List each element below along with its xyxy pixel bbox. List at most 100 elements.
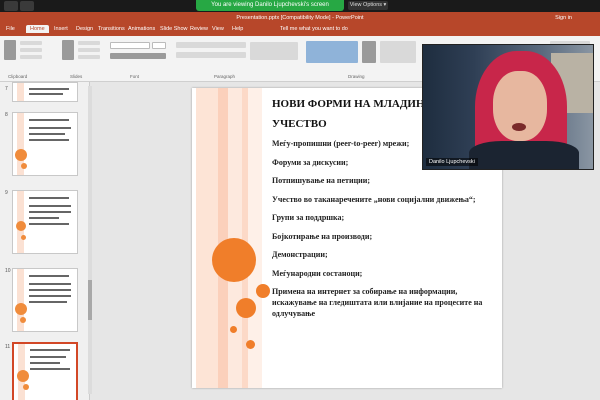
new-slide-icon[interactable]: [62, 40, 74, 60]
group-label-clipboard: Clipboard: [8, 74, 28, 79]
thumb-text-line: [29, 127, 71, 129]
tab-animations[interactable]: Animations: [128, 26, 155, 32]
section-button[interactable]: [78, 55, 100, 59]
slide-thumbnail[interactable]: [12, 82, 78, 102]
slide-circle: [236, 298, 256, 318]
ribbon-tabs: File Home Insert Design Transitions Anim…: [0, 24, 600, 36]
tab-view[interactable]: View: [212, 26, 224, 32]
thumb-text-line: [29, 275, 69, 277]
thumb-text-line: [29, 133, 65, 135]
thumb-circle: [15, 303, 27, 315]
powerpoint-title-bar: Presentation.pptx [Compatibility Mode] -…: [0, 12, 600, 24]
zoom-shield-icon[interactable]: [4, 1, 18, 11]
thumb-text-line: [29, 217, 59, 219]
font-style-buttons[interactable]: [110, 53, 166, 59]
webcam-person-mouth: [512, 123, 526, 131]
thumb-text-line: [29, 205, 71, 207]
thumb-text-line: [29, 88, 69, 90]
slide-circle: [212, 238, 256, 282]
group-label-drawing: Drawing: [348, 74, 365, 79]
slide-stripe: [196, 88, 218, 388]
paste-icon[interactable]: [4, 40, 16, 60]
slide-circle: [246, 340, 255, 349]
copy-button[interactable]: [20, 48, 42, 52]
thumb-text-line: [29, 283, 71, 285]
zoom-screen-share: You are viewing Danilo Ljupchevski's scr…: [0, 0, 600, 400]
thumb-circle: [21, 163, 27, 169]
thumb-text-line: [30, 349, 70, 351]
thumb-text-line: [30, 368, 70, 370]
thumb-number: 7: [5, 86, 8, 92]
thumb-text-line: [29, 119, 69, 121]
tab-insert[interactable]: Insert: [54, 26, 68, 32]
paragraph-list-buttons[interactable]: [176, 42, 246, 48]
tab-design[interactable]: Design: [76, 26, 93, 32]
bullet-item: Бојкотирање на производи;: [272, 231, 373, 241]
bullet-item: Учество во таканаречените „нови социјалн…: [272, 194, 476, 204]
thumb-text-line: [30, 356, 66, 358]
thumb-circle: [21, 235, 26, 240]
font-size-select[interactable]: [152, 42, 166, 49]
layout-button[interactable]: [78, 41, 100, 45]
tell-me-search[interactable]: Tell me what you want to do: [280, 26, 348, 32]
thumb-number: 10: [5, 268, 11, 274]
thumb-text-line: [29, 211, 71, 213]
thumb-circle: [15, 149, 27, 161]
webcam-video-tile[interactable]: Danilo Ljupchevski: [422, 44, 594, 170]
thumb-text-line: [29, 223, 69, 225]
thumb-text-line: [29, 197, 69, 199]
text-direction-buttons[interactable]: [250, 42, 298, 60]
bullet-item: Групи за поддршка;: [272, 213, 345, 222]
slide-thumbnail-selected[interactable]: [12, 342, 78, 400]
bullet-item: Потпишување на петиции;: [272, 176, 371, 185]
thumbnails-scroll-thumb[interactable]: [88, 280, 92, 320]
share-notice: You are viewing Danilo Ljupchevski's scr…: [196, 0, 344, 11]
thumb-number: 9: [5, 190, 8, 196]
slide-circle: [230, 326, 237, 333]
bullet-item: Примена на интернет за собирање на инфор…: [272, 287, 483, 318]
tab-transitions[interactable]: Transitions: [98, 26, 125, 32]
shapes-gallery[interactable]: [306, 41, 358, 63]
window-title: Presentation.pptx [Compatibility Mode] -…: [236, 15, 364, 21]
thumb-text-line: [29, 289, 71, 291]
bullet-item: Меѓународни состаноци;: [272, 268, 363, 278]
thumb-text-line: [29, 93, 63, 95]
thumb-circle: [23, 384, 29, 390]
tab-slide-show[interactable]: Slide Show: [160, 26, 188, 32]
zoom-top-bar: You are viewing Danilo Ljupchevski's scr…: [0, 0, 600, 12]
format-painter-button[interactable]: [20, 55, 42, 59]
view-options-button[interactable]: View Options ▾: [348, 1, 388, 10]
slide-thumbnails-panel: 7 8 9 10 11: [0, 82, 90, 400]
tab-help[interactable]: Help: [232, 26, 243, 32]
tab-review[interactable]: Review: [190, 26, 208, 32]
slide-circle: [256, 284, 270, 298]
thumb-text-line: [29, 295, 71, 297]
cut-button[interactable]: [20, 41, 42, 45]
slide-thumbnail[interactable]: [12, 190, 78, 254]
thumb-circle: [17, 370, 29, 382]
thumb-circle: [16, 221, 26, 231]
slide-thumbnail[interactable]: [12, 112, 78, 176]
webcam-person-body: [469, 141, 579, 169]
paragraph-align-buttons[interactable]: [176, 52, 246, 58]
group-label-font: Font: [130, 74, 140, 79]
thumb-text-line: [29, 301, 67, 303]
thumb-circle: [20, 317, 26, 323]
thumb-number: 11: [5, 344, 11, 350]
thumbnails-scrollbar[interactable]: [88, 86, 92, 394]
group-label-paragraph: Paragraph: [214, 74, 236, 79]
tab-home[interactable]: Home: [26, 25, 49, 33]
bullet-item: Демонстрации;: [272, 250, 328, 259]
slide-thumbnail[interactable]: [12, 268, 78, 332]
sign-in-link[interactable]: Sign in: [555, 12, 572, 24]
thumb-text-line: [29, 139, 69, 141]
zoom-info-icon[interactable]: [20, 1, 34, 11]
thumb-number: 8: [5, 112, 8, 118]
participant-name: Danilo Ljupchevski: [426, 158, 478, 166]
arrange-icon[interactable]: [362, 41, 376, 63]
reset-button[interactable]: [78, 48, 100, 52]
tab-file[interactable]: File: [6, 26, 15, 32]
thumb-stripe: [17, 83, 24, 101]
font-name-select[interactable]: [110, 42, 150, 49]
quick-styles-button[interactable]: [380, 41, 416, 63]
